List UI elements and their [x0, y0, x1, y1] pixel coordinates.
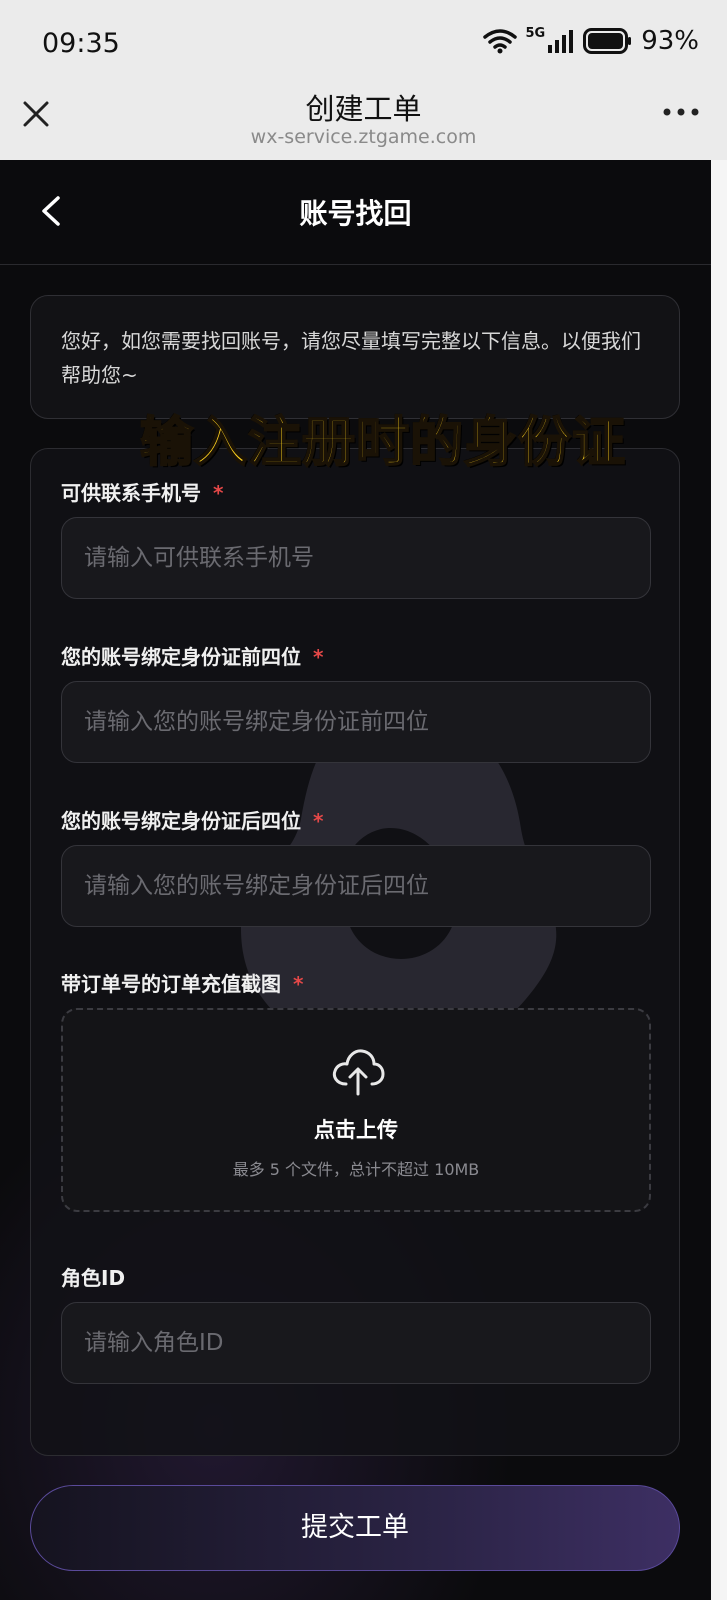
required-mark: * [293, 972, 304, 996]
miniapp-title: 创建工单 [305, 92, 422, 126]
cloud-upload-icon [332, 1049, 385, 1096]
id-first4-label: 您的账号绑定身份证前四位 * [61, 645, 324, 669]
network-label: 5G [525, 25, 546, 41]
battery-icon [583, 28, 632, 54]
required-mark: * [313, 809, 324, 833]
page-header: 账号找回 [0, 160, 711, 265]
phone-input[interactable] [61, 517, 651, 599]
wifi-icon [483, 29, 518, 54]
more-icon[interactable] [661, 102, 701, 122]
page-title: 账号找回 [299, 197, 412, 230]
miniapp-navbar: 创建工单 wx-service.ztgame.com [0, 88, 727, 160]
right-edge-strip [711, 160, 727, 1600]
id-last4-label: 您的账号绑定身份证后四位 * [61, 809, 324, 833]
id-last4-input[interactable] [61, 845, 651, 927]
required-mark: * [213, 481, 224, 505]
upload-hint: 最多 5 个文件，总计不超过 10MB [232, 1160, 480, 1179]
page-content: 账号找回 您好，如您需要找回账号，请您尽量填写完整以下信息。以便我们帮助您~ 可… [0, 160, 711, 1600]
screenshot-label: 带订单号的订单充值截图 * [61, 972, 304, 996]
role-id-label: 角色ID [61, 1266, 126, 1290]
miniapp-domain: wx-service.ztgame.com [250, 126, 477, 148]
status-time: 09:35 [42, 28, 120, 59]
battery-percent: 93% [641, 26, 699, 56]
upload-area[interactable]: 点击上传 最多 5 个文件，总计不超过 10MB [61, 1008, 651, 1212]
required-mark: * [313, 645, 324, 669]
role-id-input[interactable] [61, 1302, 651, 1384]
recovery-form: 可供联系手机号* 您的账号绑定身份证前四位* 您的账号绑定身份证后四位* 带订单… [30, 448, 680, 1456]
upload-title: 点击上传 [314, 1118, 398, 1142]
overlay-caption: 输入注册时的身份证 [139, 411, 626, 474]
submit-button[interactable]: 提交工单 [30, 1485, 680, 1571]
signal-icon [548, 30, 574, 53]
status-bar: 09:35 5G 93% [0, 0, 727, 88]
notice-text: 您好，如您需要找回账号，请您尽量填写完整以下信息。以便我们帮助您~ [61, 329, 641, 387]
status-icons: 5G 93% [483, 26, 699, 56]
phone-label: 可供联系手机号 * [61, 481, 224, 505]
id-first4-input[interactable] [61, 681, 651, 763]
